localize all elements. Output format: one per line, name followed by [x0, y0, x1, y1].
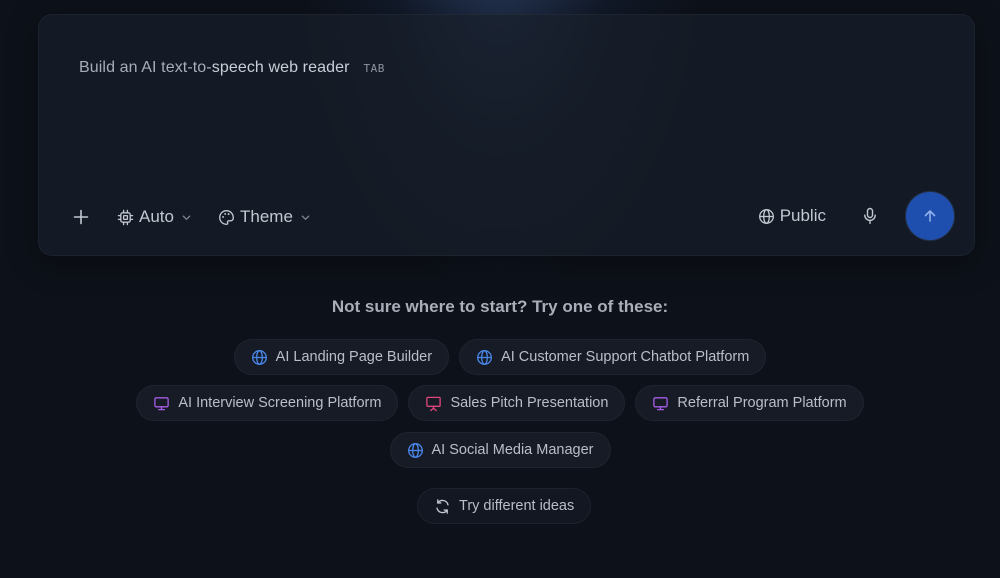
try-different-ideas-button[interactable]: Try different ideas — [417, 488, 592, 524]
suggestion-label: Referral Program Platform — [677, 395, 847, 411]
monitor-icon — [653, 396, 669, 410]
tab-hint: TAB — [363, 61, 385, 75]
globe-icon — [407, 442, 423, 458]
suggestion-label: Sales Pitch Presentation — [450, 395, 609, 411]
presentation-icon — [426, 396, 442, 411]
prompt-input[interactable]: Build an AI text-to-speech web reader TA… — [79, 59, 385, 77]
palette-icon — [219, 209, 234, 225]
globe-icon — [251, 349, 267, 365]
chip-icon — [117, 209, 134, 225]
suggestions-title: Not sure where to start? Try one of thes… — [331, 297, 669, 316]
prompt-placeholder-start: Build an AI text-to- — [79, 59, 212, 76]
visibility-label: Public — [779, 206, 826, 225]
suggestion-chip[interactable]: AI Customer Support Chatbot Platform — [459, 339, 767, 375]
suggestion-label: AI Social Media Manager — [431, 442, 594, 458]
globe-icon — [477, 349, 493, 365]
suggestion-chip[interactable]: AI Landing Page Builder — [233, 339, 450, 375]
voice-input-button[interactable] — [858, 204, 882, 228]
model-select[interactable]: Auto — [117, 207, 192, 227]
suggestion-label: AI Interview Screening Platform — [178, 395, 382, 411]
suggestion-row: AI Interview Screening Platform Sales Pi… — [0, 385, 1000, 421]
send-button[interactable] — [906, 192, 954, 240]
prompt-toolbar-right: Public — [758, 191, 954, 241]
suggestion-label: AI Landing Page Builder — [275, 349, 433, 365]
theme-select[interactable]: Theme — [218, 207, 311, 227]
add-attachment-button[interactable] — [69, 205, 93, 229]
globe-icon — [758, 208, 774, 224]
visibility-select[interactable]: Public — [758, 206, 826, 226]
suggestion-chip[interactable]: Referral Program Platform — [635, 385, 864, 421]
monitor-icon — [154, 396, 170, 410]
suggestion-row: AI Social Media Manager — [0, 432, 1000, 468]
chevron-down-icon — [301, 214, 310, 220]
prompt-toolbar-left: Auto Theme — [69, 203, 311, 231]
prompt-placeholder-end: speech web reader — [211, 59, 350, 76]
prompt-card: Build an AI text-to-speech web reader TA… — [38, 14, 975, 256]
model-select-label: Auto — [139, 207, 174, 226]
theme-select-label: Theme — [239, 207, 293, 226]
refresh-icon — [436, 498, 449, 514]
chevron-down-icon — [182, 214, 191, 220]
try-different-ideas-label: Try different ideas — [459, 498, 575, 514]
plus-icon — [73, 209, 89, 225]
microphone-icon — [864, 207, 876, 225]
arrow-up-icon — [924, 210, 936, 222]
suggestion-chip[interactable]: AI Interview Screening Platform — [136, 385, 399, 421]
suggestion-chip[interactable]: Sales Pitch Presentation — [408, 385, 626, 421]
suggestion-row: AI Landing Page Builder AI Customer Supp… — [0, 339, 1000, 375]
suggestion-chip[interactable]: AI Social Media Manager — [389, 432, 611, 468]
suggestion-label: AI Customer Support Chatbot Platform — [501, 349, 750, 365]
